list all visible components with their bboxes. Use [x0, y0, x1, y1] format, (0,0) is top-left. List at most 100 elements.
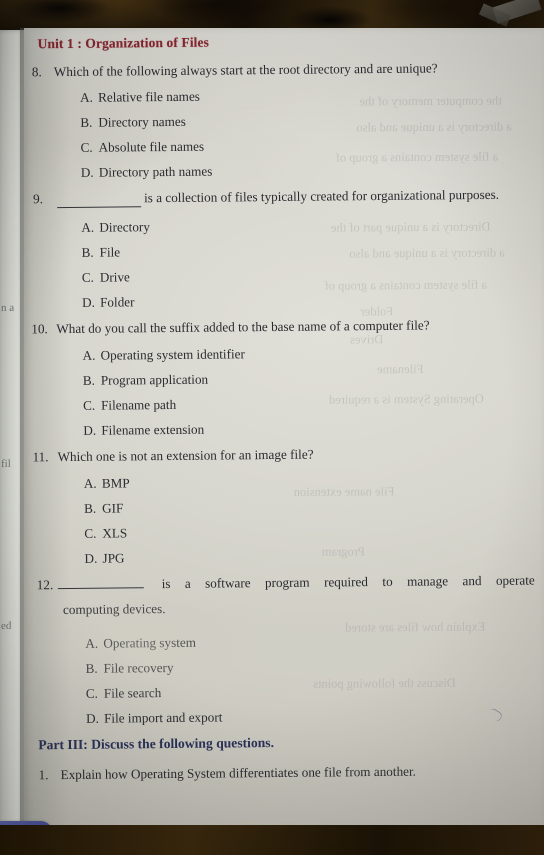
- question-12-line-1: 12. is a software program required to ma…: [37, 573, 535, 594]
- question-row: 11. Which one is not an extension for an…: [32, 447, 313, 466]
- option-row[interactable]: A. Operating system identifier: [82, 346, 244, 363]
- option-letter: D.: [85, 710, 99, 726]
- option-row[interactable]: B. File recovery: [85, 660, 173, 677]
- option-row[interactable]: A. Operating system: [85, 635, 196, 652]
- option-text: Filename extension: [101, 421, 205, 438]
- option-text: File recovery: [103, 659, 174, 676]
- page-text-block: Unit 1 : Organization of Files 8. Which …: [24, 28, 544, 834]
- option-letter: B.: [81, 244, 94, 260]
- option-row[interactable]: C. Filename path: [83, 397, 176, 414]
- scanned-textbook-page: ext n a fil ed the computer memory of th…: [0, 0, 544, 855]
- option-text: Relative file names: [98, 88, 200, 105]
- option-text: Folder: [99, 294, 135, 310]
- option-text: File search: [103, 685, 162, 701]
- option-letter: B.: [83, 500, 97, 516]
- stray-pen-mark: [486, 706, 504, 723]
- question-number: 9.: [32, 191, 44, 207]
- question-word: program: [264, 574, 310, 591]
- option-row[interactable]: B. GIF: [84, 500, 123, 516]
- option-text: Directory path names: [98, 163, 213, 180]
- question-text: is a collection of files typically creat…: [143, 186, 500, 206]
- option-row[interactable]: D. JPG: [84, 550, 124, 566]
- fill-in-blank[interactable]: [58, 587, 145, 590]
- question-word: required: [323, 574, 369, 590]
- option-text: Directory: [99, 219, 150, 235]
- question-word: to: [382, 573, 393, 589]
- option-row[interactable]: D. Filename extension: [83, 422, 204, 439]
- page-sheet: the computer memory of the a directory i…: [24, 28, 544, 834]
- question-12-line-2: computing devices.: [62, 601, 166, 618]
- option-letter: A.: [80, 89, 93, 105]
- option-letter: D.: [80, 164, 94, 180]
- option-letter: C.: [82, 397, 96, 413]
- option-letter: C.: [85, 685, 98, 701]
- question-row: 9. is a collection of files typically cr…: [32, 186, 500, 208]
- option-letter: C.: [81, 269, 94, 285]
- option-row[interactable]: D. Folder: [82, 294, 135, 310]
- option-row[interactable]: A. Directory: [81, 219, 150, 236]
- option-text: GIF: [101, 500, 124, 516]
- facing-page-fragment: ed: [1, 619, 12, 633]
- question-text: Which one is not an extension for an ima…: [57, 446, 314, 465]
- desk-object-a: [492, 0, 542, 24]
- option-text: Drive: [99, 269, 130, 285]
- option-letter: A.: [81, 219, 95, 235]
- question-text: Explain how Operating System differentia…: [60, 763, 417, 783]
- part-3-question-row: 1. Explain how Operating System differen…: [39, 764, 416, 783]
- facing-page-fragment: n a: [1, 301, 15, 315]
- option-row[interactable]: D. Directory path names: [81, 164, 213, 181]
- question-number: 11.: [32, 449, 49, 465]
- question-word: software: [205, 575, 251, 591]
- option-letter: D.: [84, 550, 98, 566]
- option-row[interactable]: B. File: [82, 244, 121, 260]
- option-letter: A.: [85, 635, 99, 651]
- facing-page-fragment: fil: [1, 457, 11, 471]
- question-text: What do you call the suffix added to the…: [56, 317, 430, 337]
- option-text: Absolute file names: [98, 138, 205, 155]
- question-number: 12.: [36, 577, 54, 593]
- question-row: 10. What do you call the suffix added to…: [31, 318, 429, 338]
- option-letter: A.: [83, 475, 97, 491]
- unit-heading: Unit 1 : Organization of Files: [37, 34, 210, 52]
- option-row[interactable]: B. Program application: [83, 372, 208, 389]
- option-letter: B.: [85, 660, 98, 676]
- option-text: XLS: [102, 525, 128, 541]
- option-row[interactable]: A. Relative file names: [80, 89, 200, 106]
- option-letter: B.: [82, 372, 95, 388]
- option-row[interactable]: A. BMP: [84, 475, 130, 491]
- question-text: Which of the following always start at t…: [53, 60, 438, 80]
- option-letter: A.: [82, 347, 96, 363]
- question-word: operate: [495, 572, 535, 588]
- option-text: File import and export: [103, 709, 223, 726]
- question-number: 8.: [31, 64, 42, 80]
- option-text: JPG: [102, 550, 125, 566]
- option-text: BMP: [101, 475, 130, 491]
- question-word: and: [462, 573, 482, 589]
- option-row[interactable]: C. Drive: [82, 269, 130, 285]
- question-number: 10.: [31, 321, 48, 337]
- option-letter: B.: [80, 114, 93, 130]
- question-row: 8. Which of the following always start a…: [32, 60, 438, 80]
- part-3-heading: Part III: Discuss the following question…: [38, 735, 275, 753]
- option-row[interactable]: C. File search: [86, 685, 162, 702]
- option-letter: C.: [80, 139, 93, 155]
- option-text: Operating system identifier: [100, 346, 245, 363]
- option-row[interactable]: C. Absolute file names: [80, 139, 204, 156]
- fill-in-blank[interactable]: [56, 190, 142, 208]
- question-12: 12. is a software program required to ma…: [37, 573, 535, 619]
- option-row[interactable]: B. Directory names: [80, 114, 186, 131]
- question-word: is: [161, 576, 171, 592]
- option-letter: C.: [84, 525, 97, 541]
- desk-object-b: [478, 3, 512, 27]
- option-text: Filename path: [100, 396, 177, 413]
- option-text: Program application: [100, 371, 209, 388]
- question-number: 1.: [38, 767, 49, 783]
- question-word: manage: [406, 573, 449, 589]
- desk-surface-bottom: [0, 825, 544, 855]
- option-row[interactable]: D. File import and export: [86, 710, 222, 727]
- option-row[interactable]: C. XLS: [84, 525, 127, 541]
- question-word: a: [184, 575, 191, 591]
- option-text: Operating system: [103, 634, 197, 651]
- option-text: File: [99, 244, 121, 260]
- option-letter: D.: [83, 422, 97, 438]
